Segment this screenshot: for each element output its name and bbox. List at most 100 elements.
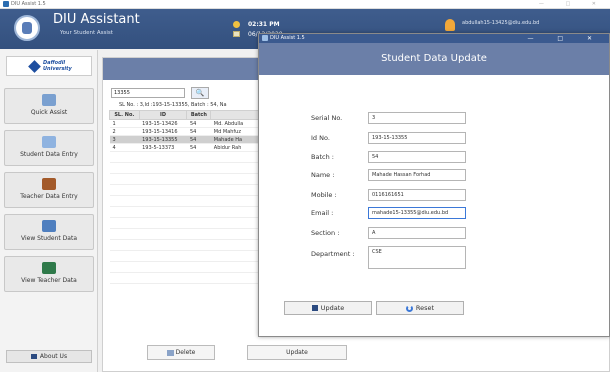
serial-field[interactable]: 3 — [368, 112, 466, 124]
brand-name: Daffodil University — [43, 60, 72, 72]
empty-row — [109, 184, 261, 196]
table-row[interactable]: 4 193-5-13373 54 Abidur Rah — [109, 143, 261, 152]
student-update-dialog: DIU Assist 1.5 — □ ✕ Student Data Update… — [258, 33, 610, 337]
name-label: Name : — [311, 171, 335, 179]
batch-label: Batch : — [311, 153, 334, 161]
user-email: abdullah15-13425@diu.edu.bd — [462, 20, 540, 26]
department-label: Department : — [311, 250, 355, 258]
sidebar-item-view-teacher-data[interactable]: View Teacher Data — [4, 256, 94, 292]
daffodil-logo: Daffodil University — [6, 56, 92, 76]
email-field[interactable]: mahade15-13355@diu.edu.bd — [368, 207, 466, 219]
cell-id: 193-15-13426 — [139, 119, 187, 128]
sidebar-item-student-data-entry[interactable]: Student Data Entry — [4, 130, 94, 166]
sidebar-item-label: View Teacher Data — [21, 277, 77, 284]
sidebar-item-label: Teacher Data Entry — [20, 193, 78, 200]
calendar-icon — [233, 31, 240, 37]
board-icon — [42, 262, 56, 274]
app-icon — [3, 1, 9, 7]
student-table: SL. No. ID Batch 1 193-15-13426 54 Md. A… — [109, 110, 261, 284]
clock-icon — [233, 21, 240, 28]
column-header-batch[interactable]: Batch — [186, 110, 212, 120]
empty-row — [109, 228, 261, 240]
sidebar-item-view-student-data[interactable]: View Student Data — [4, 214, 94, 250]
sidebar-item-label: Student Data Entry — [20, 151, 78, 158]
cell-sl: 4 — [109, 143, 140, 152]
reset-button[interactable]: Reset — [376, 301, 464, 315]
update-button-background[interactable]: Update — [247, 345, 347, 360]
user-icon — [445, 19, 455, 31]
id-field[interactable]: 193-15-13355 — [368, 132, 466, 144]
column-header-id[interactable]: ID — [138, 110, 188, 120]
empty-row — [109, 261, 261, 273]
id-label: Id No. — [311, 134, 330, 142]
app-icon — [262, 35, 268, 41]
empty-row — [109, 217, 261, 229]
cell-batch: 54 — [186, 143, 211, 152]
about-us-button[interactable]: About Us — [6, 350, 92, 363]
empty-row — [109, 250, 261, 262]
info-icon — [30, 354, 37, 359]
window-title: DIU Assist 1.5 — [11, 1, 46, 7]
email-label: Email : — [311, 209, 334, 217]
delete-label: Delete — [175, 349, 196, 356]
reset-label: Reset — [415, 304, 435, 312]
sidebar-item-quick-assist[interactable]: Quick Assist — [4, 88, 94, 124]
cell-sl: 1 — [109, 119, 140, 128]
current-time: 02:31 PM — [248, 21, 280, 28]
cell-sl: 2 — [109, 127, 140, 136]
dialog-header: Student Data Update — [259, 43, 609, 75]
dialog-titlebar: DIU Assist 1.5 — □ ✕ — [259, 34, 609, 43]
empty-row — [109, 272, 261, 284]
empty-row — [109, 151, 261, 163]
serial-label: Serial No. — [311, 114, 343, 122]
delete-button[interactable]: Delete — [147, 345, 215, 360]
search-input[interactable]: 13355 — [111, 88, 185, 98]
delete-icon — [166, 349, 174, 356]
window-controls[interactable]: — □ ✕ — [539, 0, 606, 9]
sidebar-item-teacher-data-entry[interactable]: Teacher Data Entry — [4, 172, 94, 208]
search-button[interactable]: 🔍 — [191, 87, 209, 99]
os-titlebar: DIU Assist 1.5 — □ ✕ — [0, 0, 610, 9]
sidebar: Daffodil University Quick Assist Student… — [0, 50, 98, 372]
empty-row — [109, 195, 261, 207]
section-field[interactable]: A — [368, 227, 466, 239]
cell-id: 193-15-13355 — [139, 135, 187, 144]
update-label: Update — [320, 304, 345, 312]
column-header-sl[interactable]: SL. No. — [109, 110, 140, 120]
dialog-window-title: DIU Assist 1.5 — [270, 35, 305, 41]
table-row[interactable]: 2 193-15-13416 54 Md Mahfuz — [109, 127, 261, 136]
column-header-name[interactable] — [210, 110, 261, 120]
app-name: DIU Assistant — [53, 12, 140, 27]
cell-name: Mahade Ha — [210, 135, 261, 144]
table-row-selected[interactable]: 3 193-15-13355 54 Mahade Ha — [109, 135, 261, 144]
empty-row — [109, 206, 261, 218]
cell-name: Md. Abdulla — [210, 119, 261, 128]
empty-row — [109, 173, 261, 185]
cell-batch: 54 — [186, 119, 211, 128]
cell-id: 193-15-13416 — [139, 127, 187, 136]
student-add-icon — [42, 136, 56, 148]
batch-field[interactable]: 54 — [368, 151, 466, 163]
update-label: Update — [286, 349, 308, 356]
sidebar-item-label: View Student Data — [21, 235, 77, 242]
cell-id: 193-5-13373 — [139, 143, 187, 152]
mobile-label: Mobile : — [311, 191, 337, 199]
section-label: Section : — [311, 229, 340, 237]
dialog-heading: Student Data Update — [381, 53, 487, 64]
name-field[interactable]: Mahade Hassan Forhad — [368, 169, 466, 181]
search-icon: 🔍 — [195, 89, 205, 97]
update-button[interactable]: Update — [284, 301, 372, 315]
save-icon — [311, 305, 318, 311]
mobile-field[interactable]: 0116161651 — [368, 189, 466, 201]
empty-row — [109, 239, 261, 251]
empty-row — [109, 162, 261, 174]
cell-sl: 3 — [109, 135, 140, 144]
teacher-icon — [42, 178, 56, 190]
cell-name: Md Mahfuz — [210, 127, 261, 136]
cell-batch: 54 — [186, 135, 211, 144]
selected-record-info: SL No. : 3,Id :193-15-13355, Batch : 54,… — [119, 102, 227, 108]
department-field[interactable]: CSE — [368, 246, 466, 269]
about-us-label: About Us — [39, 353, 68, 360]
dialog-window-controls[interactable]: — □ ✕ — [527, 34, 603, 43]
table-row[interactable]: 1 193-15-13426 54 Md. Abdulla — [109, 119, 261, 128]
